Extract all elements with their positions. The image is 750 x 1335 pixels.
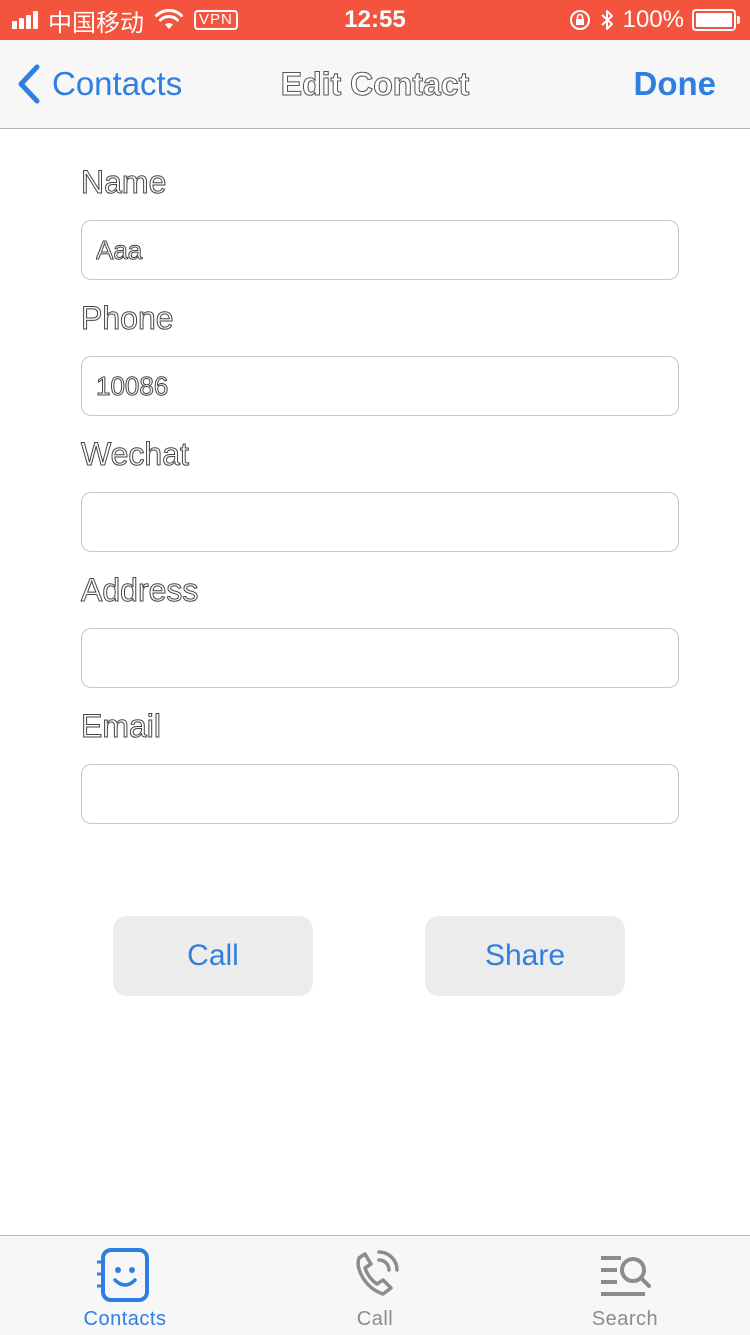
tab-search-label: Search	[591, 1308, 659, 1330]
wechat-field[interactable]	[81, 492, 679, 552]
contact-form: Name Phone Wechat Address Email	[81, 160, 679, 840]
phone-field[interactable]	[81, 356, 679, 416]
share-button[interactable]: Share	[425, 916, 625, 996]
name-field[interactable]	[81, 220, 679, 280]
wechat-label: Wechat	[81, 436, 190, 473]
rotation-lock-icon	[569, 10, 590, 30]
bluetooth-icon	[600, 10, 613, 30]
battery-icon	[692, 9, 740, 31]
tab-bar: Contacts Call Search	[0, 1235, 750, 1335]
battery-percentage: 100%	[622, 6, 684, 33]
tab-contacts-label: Contacts	[83, 1308, 167, 1330]
name-label: Name	[81, 164, 167, 201]
call-button[interactable]: Call	[113, 916, 313, 996]
address-label: Address	[81, 572, 199, 609]
address-field[interactable]	[81, 628, 679, 688]
email-field[interactable]	[81, 764, 679, 824]
done-button[interactable]: Done	[634, 40, 717, 128]
status-right: 100%	[569, 0, 740, 40]
email-label: Email	[81, 708, 162, 745]
navigation-bar: Contacts Edit Contact Done	[0, 40, 750, 129]
tab-contacts[interactable]: Contacts	[0, 1236, 250, 1335]
phone-label: Phone	[81, 300, 175, 337]
search-list-icon	[601, 1256, 651, 1296]
status-bar: 中国移动 VPN 12:55 100%	[0, 0, 750, 40]
tab-search[interactable]: Search	[500, 1236, 750, 1335]
tab-call[interactable]: Call	[250, 1236, 500, 1335]
phone-handset-icon	[356, 1250, 399, 1296]
tab-call-label: Call	[356, 1308, 394, 1330]
contacts-face-icon	[97, 1248, 149, 1302]
